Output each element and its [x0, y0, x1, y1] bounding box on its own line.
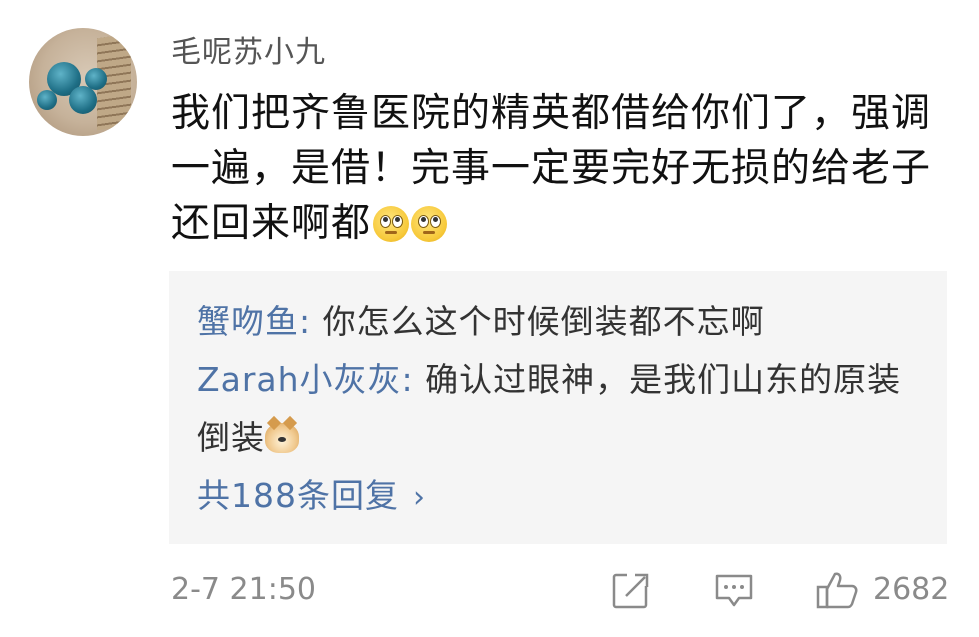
chevron-right-icon: ›: [413, 480, 426, 515]
reply-text: 确认过眼神，是我们山东的原装: [425, 360, 902, 399]
comment-card: 毛呢苏小九 我们把齐鲁医院的精英都借给你们了，强调 一遍，是借！完事一定要完好无…: [0, 0, 979, 637]
reply-author[interactable]: Zarah小灰灰: [197, 360, 402, 399]
more-replies-label: 共188条回复: [197, 476, 399, 515]
like-count: 2682: [873, 572, 950, 607]
comment-text: 我们把齐鲁医院的精英都借给你们了，强调 一遍，是借！完事一定要完好无损的给老子 …: [171, 86, 957, 251]
reply-separator: :: [299, 302, 323, 341]
reply-author[interactable]: 蟹吻鱼: [197, 302, 299, 341]
comment-timestamp: 2-7 21:50: [171, 572, 316, 607]
comment-text-line: 我们把齐鲁医院的精英都借给你们了，强调: [171, 91, 932, 136]
comment-text-line: 还回来啊都: [171, 201, 372, 246]
comment-username[interactable]: 毛呢苏小九: [171, 27, 326, 71]
reply-line: Zarah小灰灰: 确认过眼神，是我们山东的原装: [197, 351, 927, 409]
comment-text-line-last: 还回来啊都: [171, 196, 957, 251]
eye-roll-emoji-icon: [411, 206, 448, 242]
thumbs-up-icon[interactable]: [815, 570, 859, 610]
comment-text-line: 一遍，是借！完事一定要完好无损的给老子: [171, 146, 932, 191]
more-replies-link[interactable]: 共188条回复 ›: [197, 467, 426, 527]
doge-emoji-icon: [265, 423, 299, 453]
avatar-disc: [37, 90, 57, 110]
eye-roll-emoji-icon: [373, 206, 410, 242]
avatar[interactable]: [29, 28, 137, 136]
avatar-disc: [69, 86, 97, 114]
reply-item[interactable]: Zarah小灰灰: 确认过眼神，是我们山东的原装 倒装: [197, 351, 927, 467]
reply-line: 倒装: [197, 409, 927, 467]
reply-item[interactable]: 蟹吻鱼: 你怎么这个时候倒装都不忘啊: [197, 293, 927, 351]
comment-icon[interactable]: [714, 570, 754, 610]
replies-panel: 蟹吻鱼: 你怎么这个时候倒装都不忘啊 Zarah小灰灰: 确认过眼神，是我们山东…: [169, 271, 947, 544]
reply-separator: :: [401, 360, 426, 399]
reply-text: 你怎么这个时候倒装都不忘啊: [322, 302, 765, 341]
share-icon[interactable]: [611, 570, 651, 610]
avatar-disc: [85, 68, 107, 90]
reply-text: 倒装: [197, 418, 265, 457]
